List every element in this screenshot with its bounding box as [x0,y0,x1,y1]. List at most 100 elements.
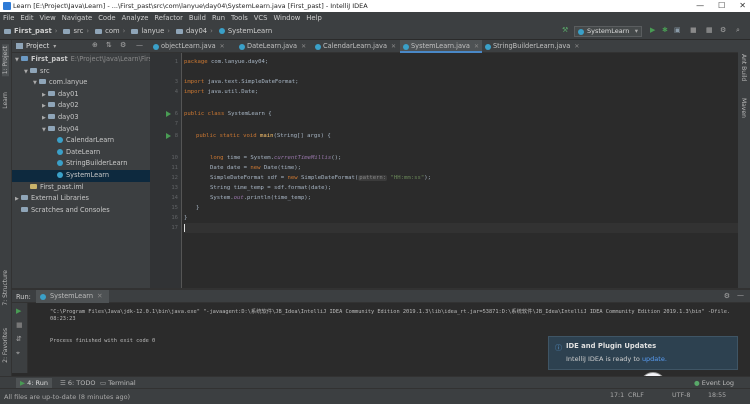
menu-analyze[interactable]: Analyze [122,14,149,22]
menu-build[interactable]: Build [189,14,206,22]
tab-objectlearn[interactable]: objectLearn.java ✕ [150,40,236,53]
project-tool-tab[interactable]: 1: Project [2,44,9,77]
menu-tools[interactable]: Tools [231,14,248,22]
tree-item[interactable]: ▼ com.lanyue [12,77,150,89]
minimize-button[interactable]: — [696,0,704,12]
menu-view[interactable]: View [40,14,56,22]
pin-icon[interactable]: ⌖ [16,349,20,358]
tree-item[interactable]: SystemLearn [12,169,150,182]
settings-icon[interactable]: ⚙ [720,26,726,34]
breadcrumb-day04[interactable]: day04 › [175,27,216,35]
code-editor[interactable]: package com.lanyue.day04; import java.te… [184,53,738,288]
code-line: import java.text.SimpleDateFormat; [184,79,299,85]
breadcrumb-lanyue[interactable]: lanyue › [131,27,173,35]
tree-item[interactable]: First_past.iml [12,182,150,194]
favorites-tool-tab[interactable]: 2: Favorites [2,328,9,363]
project-structure-icon[interactable]: ▦ [706,26,713,34]
line-separator[interactable]: CRLF [628,392,644,399]
ant-build-tool-tab[interactable]: Ant Build [740,54,747,81]
run-configuration-select[interactable]: SystemLearn ▾ [574,26,642,37]
update-notification[interactable]: ⓘ IDE and Plugin Updates IntelliJ IDEA i… [548,336,738,370]
hide-icon[interactable]: — [136,41,143,49]
menu-window[interactable]: Window [273,14,300,22]
tab-systemlearn[interactable]: SystemLearn.java ✕ [400,40,482,53]
search-icon[interactable]: ⌕ [736,26,740,35]
project-tree: ▼ First_past E:\Project\Java\Learn\First ▼ s… [12,54,155,217]
run-label: Run: [16,293,31,301]
update-link[interactable]: update. [642,355,667,363]
project-icon [16,43,23,49]
close-icon[interactable]: ✕ [474,43,479,50]
tree-item[interactable]: ▼ src [12,66,150,78]
file-encoding[interactable]: UTF-8 [672,392,690,399]
stop-icon[interactable]: ■ [16,321,23,329]
close-icon[interactable]: ✕ [574,43,579,50]
gear-icon[interactable]: ⚙ [724,292,730,300]
close-icon[interactable]: ✕ [220,43,225,50]
breadcrumb-class[interactable]: SystemLearn [218,27,272,35]
stop-icon[interactable]: ■ [690,26,697,34]
tab-label: DateLearn.java [247,42,298,50]
tree-item-label: src [40,66,50,75]
todo-tool-button[interactable]: ☰ 6: TODO [60,379,96,387]
tree-item[interactable]: ▼ First_past E:\Project\Java\Learn\First [12,54,155,66]
tree-item[interactable]: CalendarLearn [12,135,150,147]
tree-item[interactable]: Scratches and Consoles [12,205,150,217]
tree-item[interactable]: ▶ External Libraries [12,193,150,205]
tree-item[interactable]: ▶ day01 [12,89,150,101]
menu-vcs[interactable]: VCS [254,14,268,22]
tree-item[interactable]: DateLearn [12,147,150,159]
class-icon [485,43,491,50]
breadcrumb-project[interactable]: First_past › [4,27,60,35]
close-icon[interactable]: ✕ [301,43,306,50]
tree-item[interactable]: ▶ day02 [12,100,150,112]
menu-help[interactable]: Help [306,14,322,22]
structure-tool-tab[interactable]: 7: Structure [2,270,9,306]
line-number: 7 [174,121,178,127]
hide-icon[interactable]: — [737,291,744,299]
tree-item[interactable]: StringBuilderLearn [12,158,150,170]
hammer-build-icon[interactable]: ⚒ [562,26,568,34]
breadcrumb-com[interactable]: com › [95,27,128,35]
info-icon: ⓘ [555,344,562,352]
coverage-icon[interactable]: ▣ [674,26,681,34]
gear-icon[interactable]: ⚙ [120,41,126,49]
menu-code[interactable]: Code [98,14,115,22]
breadcrumb-src[interactable]: src › [63,27,92,35]
close-icon[interactable]: ✕ [391,43,396,50]
learn-tool-tab[interactable]: Learn [2,92,9,109]
rerun-icon[interactable]: ▶ [16,307,21,315]
tab-stringbuilderlearn[interactable]: StringBuilderLearn.java ✕ [482,40,582,53]
tree-item-label: External Libraries [31,194,89,203]
menu-navigate[interactable]: Navigate [62,14,93,22]
run-tab[interactable]: SystemLearn ✕ [36,290,109,303]
menu-refactor[interactable]: Refactor [154,14,183,22]
locate-icon[interactable]: ⊕ [92,41,98,49]
run-gutter-icon[interactable] [166,133,171,139]
tab-datelearn[interactable]: DateLearn.java ✕ [236,40,312,53]
menu-edit[interactable]: Edit [20,14,33,22]
caret-position[interactable]: 17:1 [610,392,624,399]
restore-layout-icon[interactable]: ⇵ [16,335,22,343]
run-icon[interactable]: ▶ [650,26,655,34]
tree-item[interactable]: ▶ day03 [12,112,150,124]
class-icon [40,293,46,300]
scratch-icon [21,206,28,212]
maven-tool-tab[interactable]: Maven [740,98,747,118]
terminal-tool-button[interactable]: ▭ Terminal [100,379,136,387]
menu-run[interactable]: Run [212,14,225,22]
line-number: 17 [171,225,178,231]
chevron-down-icon[interactable]: ▾ [53,43,56,50]
maximize-button[interactable]: ☐ [718,0,725,12]
event-log-button[interactable]: ● Event Log [694,379,734,387]
debug-icon[interactable]: ✱ [662,26,668,34]
run-tool-button[interactable]: ▶ 4: Run [16,378,52,388]
tree-item[interactable]: ▼ day04 [12,124,150,136]
close-button[interactable]: ✕ [739,0,746,12]
tab-calendarlearn[interactable]: CalendarLearn.java ✕ [312,40,400,53]
run-gutter-icon[interactable] [166,111,171,117]
project-view-select[interactable]: Project [26,42,49,50]
menu-file[interactable]: File [3,14,14,22]
collapse-icon[interactable]: ⇅ [106,41,112,49]
caret-line [184,223,738,233]
